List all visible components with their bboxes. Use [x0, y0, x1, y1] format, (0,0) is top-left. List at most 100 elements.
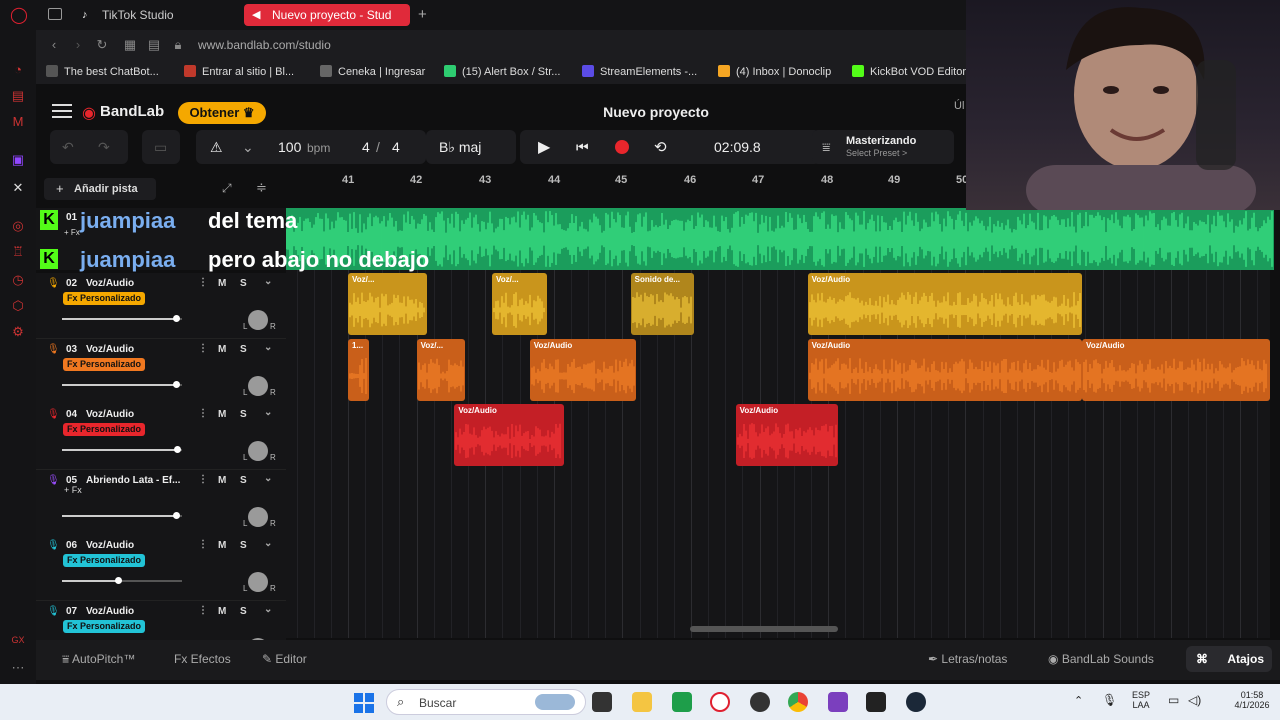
bookmark-item[interactable]: (4) Inbox | Donoclip [718, 65, 831, 78]
track-name[interactable]: Voz/Audio [86, 344, 134, 355]
back-icon[interactable]: ‹ [46, 37, 62, 53]
volume-slider[interactable] [62, 446, 182, 453]
sidebar-app-icon[interactable]: ◔ [10, 62, 26, 78]
solo-button[interactable]: S [240, 540, 247, 551]
history-icon[interactable]: ◷ [10, 272, 26, 288]
volume-handle[interactable] [115, 577, 123, 584]
audio-clip[interactable]: Voz/Audio [454, 404, 565, 466]
track-03-header[interactable]: 🎙︎ 03 Voz/Audio ⋮ M S ⌄ Fx Personalizado… [36, 338, 286, 405]
mute-button[interactable]: M [218, 409, 226, 420]
mute-button[interactable]: M [218, 606, 226, 617]
volume-icon[interactable]: ◁) [1188, 693, 1201, 707]
mute-button[interactable]: M [218, 278, 226, 289]
volume-handle[interactable] [173, 380, 180, 388]
gmail-icon[interactable]: M [10, 114, 26, 130]
bookmark-item[interactable]: Ceneka | Ingresar [320, 65, 425, 78]
track-name[interactable]: Voz/Audio [86, 540, 134, 551]
loop-button[interactable]: ⟲ [654, 138, 667, 156]
microphone-icon[interactable]: 🎙︎ [1102, 693, 1117, 707]
chevron-down-icon[interactable]: ⌄ [264, 342, 272, 353]
autopitch-button[interactable]: ⩸ AutoPitch™ [62, 652, 135, 667]
volume-slider[interactable] [62, 380, 182, 388]
mute-button[interactable]: M [218, 540, 226, 551]
track-06-header[interactable]: 🎙︎ 06 Voz/Audio ⋮ M S ⌄ Fx Personalizado… [36, 535, 286, 601]
skip-back-button[interactable]: ⏮ [576, 139, 589, 156]
track-05-header[interactable]: 🎙︎ 05 Abriendo Lata - Ef... ⋮ M S ⌄ + Fx… [36, 469, 286, 536]
opera-taskbar-icon[interactable] [710, 692, 730, 712]
audio-clip[interactable]: Voz/... [416, 338, 465, 401]
solo-button[interactable]: S [240, 278, 247, 289]
windows-start-icon[interactable] [354, 693, 374, 713]
play-button[interactable]: ▶ [538, 137, 550, 157]
solo-button[interactable]: S [240, 344, 247, 355]
pan-knob[interactable] [248, 310, 268, 330]
audio-clip[interactable]: Voz/... [492, 273, 547, 335]
volume-handle[interactable] [173, 315, 180, 322]
clock[interactable]: 01:58 4/1/2026 [1228, 690, 1276, 710]
record-button[interactable] [615, 140, 629, 154]
app-icon[interactable] [866, 692, 886, 712]
efectos-button[interactable]: Fx Efectos [174, 652, 231, 666]
audio-clip[interactable]: Voz/Audio [807, 273, 1082, 335]
bookmark-item[interactable]: (15) Alert Box / Str... [444, 65, 560, 78]
atajos-button[interactable]: ⌘ Atajos [1186, 646, 1272, 672]
sidebar-app-icon[interactable]: ◎ [10, 218, 26, 234]
chevron-down-icon[interactable]: ⌄ [264, 538, 272, 549]
chrome-icon[interactable] [788, 692, 808, 712]
more-icon[interactable]: ⋯ [10, 660, 26, 676]
obtener-button[interactable]: Obtener ♛ [178, 102, 266, 124]
twitch-icon[interactable]: ▣ [10, 152, 26, 168]
audio-clip[interactable]: Sonido de... [630, 273, 695, 335]
chevron-down-icon[interactable]: ⌄ [264, 473, 272, 484]
task-view-icon[interactable] [592, 692, 612, 712]
taskbar-search[interactable]: ⌕ Buscar [386, 689, 586, 715]
time-sig-den[interactable]: 4 [392, 139, 400, 155]
track-menu-icon[interactable]: ⋮ [198, 539, 208, 550]
chevron-down-icon[interactable]: ⌄ [242, 139, 254, 156]
add-track-button[interactable]: + Añadir pista [44, 178, 156, 200]
audio-clip[interactable]: Voz/Audio [529, 338, 637, 401]
track-menu-icon[interactable]: ⋮ [198, 277, 208, 288]
url-field[interactable]: www.bandlab.com/studio [198, 38, 331, 52]
audio-clip[interactable]: Voz/Audio [807, 338, 1082, 401]
bandlab-sounds-button[interactable]: ◉ BandLab Sounds [1048, 652, 1154, 666]
menu-icon[interactable] [52, 104, 72, 118]
audio-clip[interactable]: Voz/Audio [735, 404, 839, 466]
sidebar-app-icon[interactable]: ⬡ [10, 298, 26, 314]
key-button[interactable]: B♭ maj [426, 130, 516, 164]
sidebar-app-icon[interactable]: ▤ [10, 88, 26, 104]
layout-button[interactable]: ▭ [142, 130, 180, 164]
mute-button[interactable]: M [218, 475, 226, 486]
bookmark-item[interactable]: KickBot VOD Editor [852, 65, 966, 78]
fx-badge[interactable]: Fx Personalizado [63, 292, 146, 305]
bookmark-item[interactable]: Entrar al sitio | Bl... [184, 65, 294, 78]
redo-icon[interactable]: ↷ [98, 139, 110, 156]
track-02-header[interactable]: 🎙︎ 02 Voz/Audio ⋮ M S ⌄ Fx Personalizado… [36, 273, 286, 339]
track-name[interactable]: Voz/Audio [86, 606, 134, 617]
track-name[interactable]: Voz/Audio [86, 409, 134, 420]
tray-chevron-icon[interactable]: ⌃ [1074, 694, 1083, 707]
chevron-down-icon[interactable]: ⌄ [264, 604, 272, 615]
volume-handle[interactable] [174, 446, 182, 453]
volume-slider[interactable] [62, 577, 182, 584]
snapshot-icon[interactable]: ▦ [122, 37, 138, 53]
track-name[interactable]: Voz/Audio [86, 278, 134, 289]
undo-icon[interactable]: ↶ [62, 139, 74, 156]
solo-button[interactable]: S [240, 475, 247, 486]
volume-slider[interactable] [62, 511, 182, 519]
fx-badge[interactable]: Fx Personalizado [63, 554, 146, 567]
pan-knob[interactable] [248, 441, 268, 461]
solo-button[interactable]: S [240, 409, 247, 420]
new-tab-icon[interactable]: + [418, 6, 427, 23]
pan-knob[interactable] [248, 572, 268, 592]
bookmark-item[interactable]: The best ChatBot... [46, 65, 159, 78]
mute-button[interactable]: M [218, 344, 226, 355]
opera-logo-icon[interactable]: ◯ [10, 8, 28, 24]
time-sig-num[interactable]: 4 [362, 139, 370, 155]
track-menu-icon[interactable]: ⋮ [198, 343, 208, 354]
file-explorer-icon[interactable] [632, 692, 652, 712]
mastering-button[interactable]: ⩸ Masterizando Select Preset > [812, 130, 954, 164]
fx-badge[interactable]: Fx Personalizado [63, 357, 146, 371]
volume-handle[interactable] [173, 511, 180, 519]
volume-slider[interactable] [62, 315, 182, 322]
